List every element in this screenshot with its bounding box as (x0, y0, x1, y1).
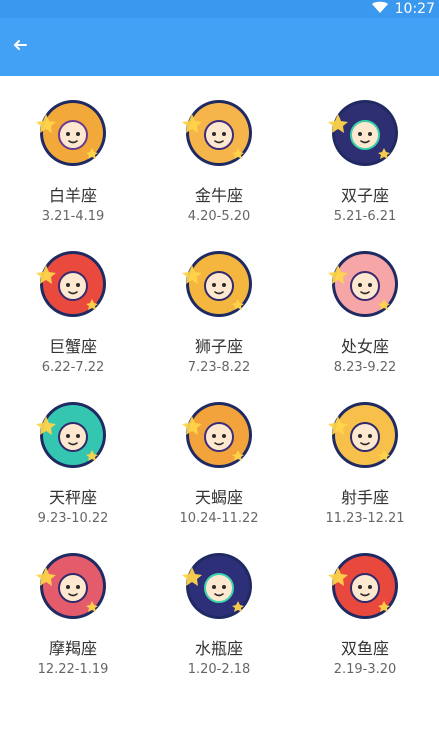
zodiac-item-6[interactable]: 处女座 8.23-9.22 (292, 227, 438, 377)
zodiac-date-range: 10.24-11.22 (179, 511, 259, 526)
zodiac-name: 双鱼座 (340, 639, 389, 658)
zodiac-name: 双子座 (340, 186, 389, 205)
zodiac-date-range: 1.20-2.18 (187, 662, 251, 677)
zodiac-item-5[interactable]: 狮子座 7.23-8.22 (146, 227, 292, 377)
status-right: 10:27 (371, 0, 435, 18)
zodiac-item-9[interactable]: 射手座 11.23-12.21 (292, 378, 438, 528)
zodiac-name: 摩羯座 (48, 639, 97, 658)
zodiac-name: 狮子座 (194, 337, 243, 356)
cancer-icon (36, 247, 110, 321)
sagittarius-icon (328, 398, 402, 472)
zodiac-name: 射手座 (340, 488, 389, 507)
capricorn-icon (36, 549, 110, 623)
gemini-icon (328, 96, 402, 170)
zodiac-name: 巨蟹座 (48, 337, 97, 356)
leo-icon (182, 247, 256, 321)
zodiac-name: 天秤座 (48, 488, 97, 507)
zodiac-date-range: 11.23-12.21 (325, 511, 405, 526)
virgo-icon (328, 247, 402, 321)
zodiac-date-range: 4.20-5.20 (187, 209, 251, 224)
zodiac-name: 白羊座 (48, 186, 97, 205)
zodiac-item-3[interactable]: 双子座 5.21-6.21 (292, 76, 438, 226)
taurus-icon (182, 96, 256, 170)
back-button[interactable] (4, 31, 36, 63)
status-bar: 10:27 (0, 0, 439, 18)
wifi-icon (371, 0, 389, 18)
zodiac-item-4[interactable]: 巨蟹座 6.22-7.22 (0, 227, 146, 377)
back-arrow-icon (12, 37, 28, 57)
zodiac-date-range: 12.22-1.19 (37, 662, 109, 677)
zodiac-date-range: 9.23-10.22 (37, 511, 109, 526)
zodiac-name: 处女座 (340, 337, 389, 356)
aquarius-icon (182, 549, 256, 623)
zodiac-name: 金牛座 (194, 186, 243, 205)
app-bar (0, 18, 439, 76)
zodiac-date-range: 2.19-3.20 (333, 662, 397, 677)
zodiac-date-range: 6.22-7.22 (41, 360, 105, 375)
zodiac-item-8[interactable]: 天蝎座 10.24-11.22 (146, 378, 292, 528)
zodiac-item-10[interactable]: 摩羯座 12.22-1.19 (0, 529, 146, 679)
zodiac-date-range: 7.23-8.22 (187, 360, 251, 375)
zodiac-item-2[interactable]: 金牛座 4.20-5.20 (146, 76, 292, 226)
zodiac-item-12[interactable]: 双鱼座 2.19-3.20 (292, 529, 438, 679)
zodiac-date-range: 5.21-6.21 (333, 209, 397, 224)
zodiac-name: 水瓶座 (194, 639, 243, 658)
zodiac-item-1[interactable]: 白羊座 3.21-4.19 (0, 76, 146, 226)
zodiac-name: 天蝎座 (194, 488, 243, 507)
libra-icon (36, 398, 110, 472)
zodiac-date-range: 3.21-4.19 (41, 209, 105, 224)
pisces-icon (328, 549, 402, 623)
zodiac-date-range: 8.23-9.22 (333, 360, 397, 375)
aries-icon (36, 96, 110, 170)
status-time: 10:27 (394, 1, 435, 17)
zodiac-item-7[interactable]: 天秤座 9.23-10.22 (0, 378, 146, 528)
scorpio-icon (182, 398, 256, 472)
zodiac-item-11[interactable]: 水瓶座 1.20-2.18 (146, 529, 292, 679)
